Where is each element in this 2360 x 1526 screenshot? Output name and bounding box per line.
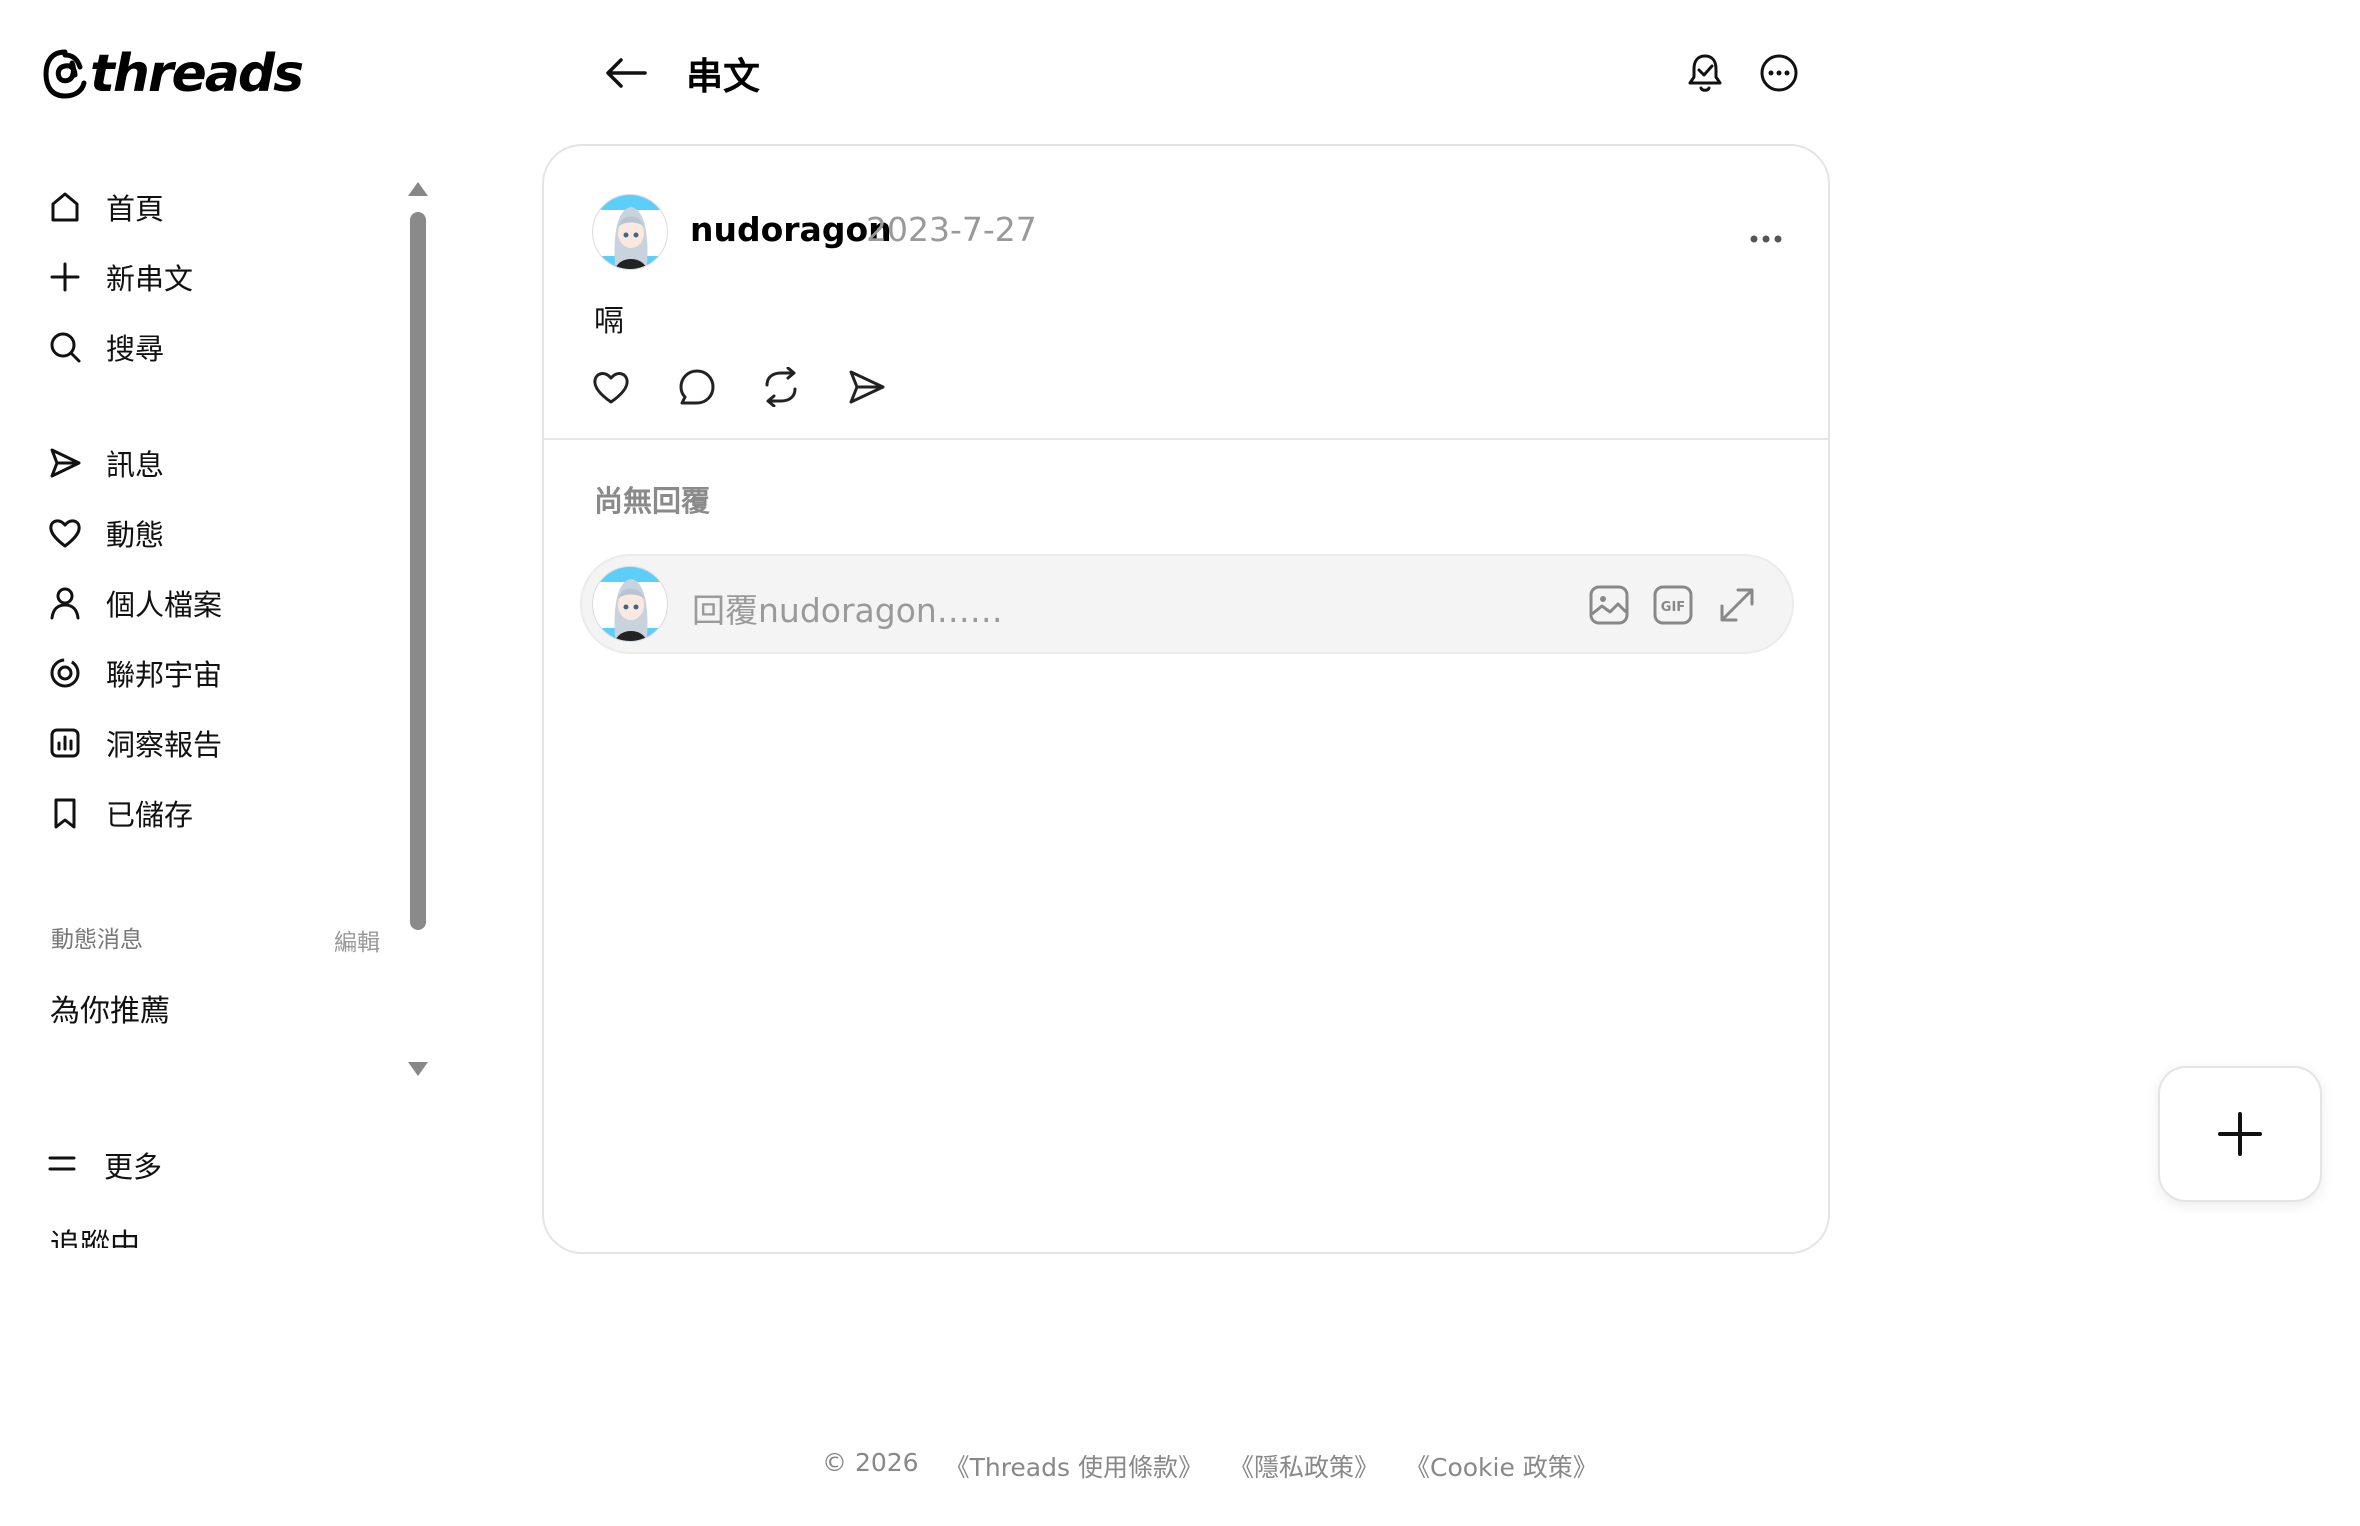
card-divider [544,438,1828,440]
footer-terms-link[interactable]: 《Threads 使用條款》 [945,1448,1203,1484]
sidebar-item-label: 聯邦宇宙 [106,658,223,692]
feeds-edit-link[interactable]: 編輯 [334,923,380,957]
post-date[interactable]: 2023-7-27 [866,210,1037,249]
send-icon [46,444,84,482]
plus-icon [2218,1112,2262,1156]
sidebar-item-label: 訊息 [106,448,165,482]
sidebar-item-label: 新串文 [106,262,194,296]
home-icon [46,188,84,226]
sidebar-item-label: 首頁 [106,192,165,226]
footer-cookie-link[interactable]: 《Cookie 政策》 [1405,1448,1598,1484]
comment-button[interactable] [674,364,720,410]
bookmark-icon [46,794,84,832]
sidebar-item-label: 個人檔案 [106,588,223,622]
sidebar-item-activity[interactable]: 動態 [46,508,164,558]
arrow-left-icon [606,58,647,88]
feeds-section-title: 動態消息 [51,927,143,953]
sidebar-item-insights[interactable]: 洞察報告 [46,718,222,768]
comment-icon [679,369,715,405]
back-button[interactable] [600,50,654,96]
scroll-up-arrow-icon[interactable] [408,182,428,196]
logo-wordmark: threads [90,44,304,104]
reply-avatar [592,566,668,642]
ellipsis-icon [1750,235,1782,243]
like-button[interactable] [588,364,634,410]
sidebar-item-new-thread[interactable]: 新串文 [46,252,193,302]
new-thread-fab[interactable] [2158,1066,2322,1202]
plus-icon [46,258,84,296]
feed-item-for-you[interactable]: 為你推薦 [50,986,170,1030]
chart-icon [46,724,84,762]
avatar[interactable] [592,194,668,270]
feed-item-following[interactable]: 追蹤中 [50,1220,140,1248]
repost-icon [765,367,797,407]
sidebar-item-label: 搜尋 [106,332,165,366]
avatar-image [593,195,667,269]
footer-copyright: © 2026 [822,1448,919,1477]
scroll-thumb[interactable] [410,212,426,930]
attach-image-button[interactable] [1586,582,1632,628]
search-icon [46,328,84,366]
repost-button[interactable] [758,364,804,410]
share-icon [849,370,885,404]
post-menu-button[interactable] [1742,224,1790,254]
sidebar-item-home[interactable]: 首頁 [46,182,164,232]
person-icon [46,584,84,622]
sidebar-item-search[interactable]: 搜尋 [46,322,164,372]
sidebar-item-label: 已儲存 [106,798,194,832]
sidebar-item-saved[interactable]: 已儲存 [46,788,193,838]
sidebar-item-messages[interactable]: 訊息 [46,438,164,488]
sidebar-item-fediverse[interactable]: 聯邦宇宙 [46,648,222,698]
reply-input-box[interactable]: 回覆nudoragon…… GIF [580,554,1794,654]
sidebar: 首頁 新串文 搜尋 訊息 動態 個人檔案 聯邦宇宙 洞察報告 已儲存 動態消息 … [36,168,431,1248]
fediverse-icon [46,654,84,692]
feed-list-clip: 追蹤中 [36,1208,416,1248]
no-replies-text: 尚無回覆 [594,484,711,518]
expand-reply-button[interactable] [1714,582,1760,628]
gif-icon: GIF [1653,585,1693,625]
image-icon [1589,585,1629,625]
heart-icon [593,372,629,404]
sidebar-item-label: 洞察報告 [106,728,223,762]
heart-icon [46,514,84,552]
author-name[interactable]: nudoragon [690,210,892,249]
page-title: 串文 [686,55,760,98]
sidebar-more-button[interactable]: 更多 [46,1140,162,1190]
thread-card: nudoragon 2023-7-27 嗝 尚無回覆 回覆nudoragon……… [542,144,1830,1254]
scroll-down-arrow-icon[interactable] [408,1062,428,1076]
sidebar-scrollbar[interactable] [403,178,433,1078]
threads-page: threads 首頁 新串文 搜尋 訊息 動態 個人檔案 聯邦宇宙 洞察報告 已… [0,0,2360,1526]
gif-label: GIF [1661,600,1685,615]
reply-input-placeholder[interactable]: 回覆nudoragon…… [692,584,1003,632]
share-button[interactable] [844,364,890,410]
threads-logo[interactable]: threads [42,44,304,104]
header-more-button[interactable] [1756,50,1802,96]
expand-icon [1720,588,1754,622]
footer: © 2026 《Threads 使用條款》 《隱私政策》 《Cookie 政策》 [822,1448,1598,1484]
threads-logo-icon [43,49,87,99]
more-circle-icon [1760,54,1798,92]
sidebar-item-profile[interactable]: 個人檔案 [46,578,222,628]
bell-check-icon [1688,54,1722,92]
notify-button[interactable] [1682,50,1728,96]
post-text: 嗝 [594,304,624,339]
menu-icon [46,1147,78,1183]
sidebar-item-label: 動態 [106,518,165,552]
footer-privacy-link[interactable]: 《隱私政策》 [1229,1448,1379,1484]
attach-gif-button[interactable]: GIF [1650,582,1696,628]
avatar-image [593,567,667,641]
more-label: 更多 [104,1150,163,1184]
